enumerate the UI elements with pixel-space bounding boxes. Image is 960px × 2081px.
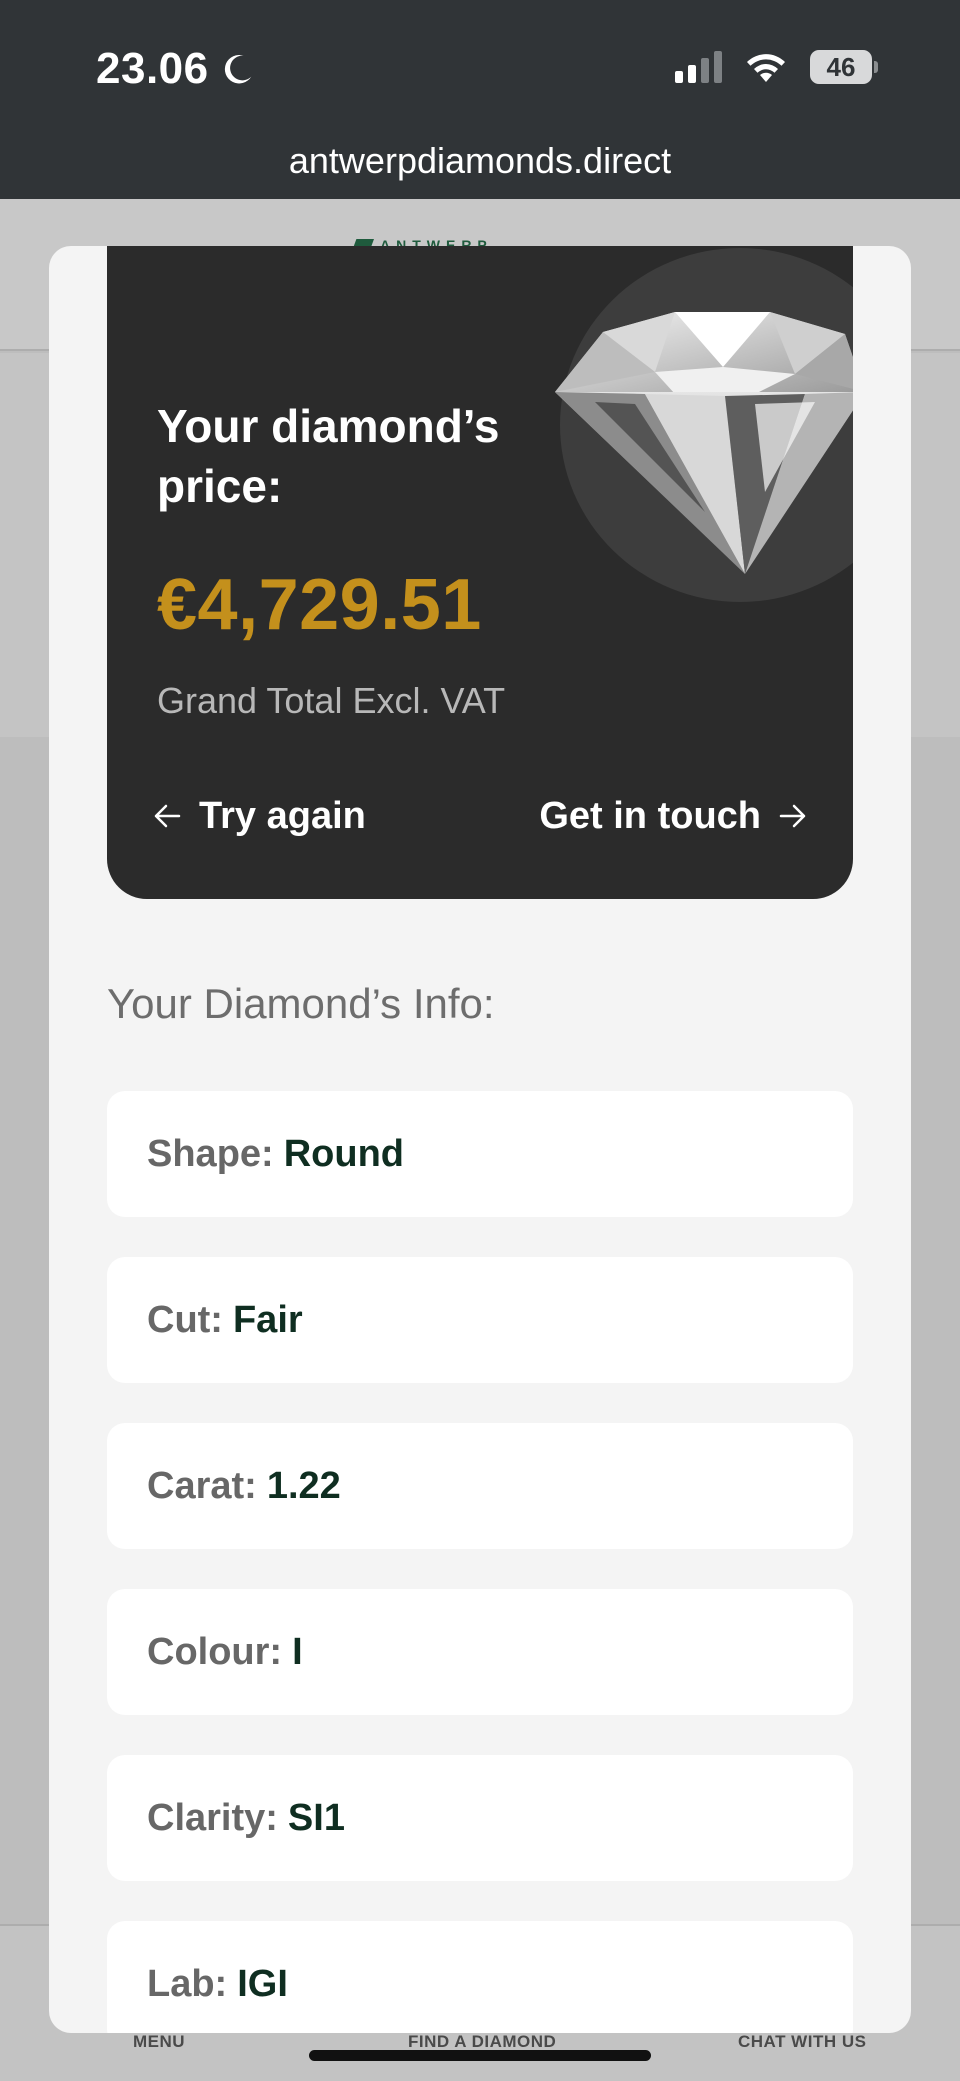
arrow-right-icon [779,804,806,828]
status-time: 23.06 [96,44,257,94]
try-again-button[interactable]: Try again [153,786,366,846]
battery-level: 46 [810,50,872,84]
info-heading: Your Diamond’s Info: [107,980,495,1027]
nav-menu[interactable]: MENU [133,2032,185,2052]
info-row-shape: Shape: Round [107,1091,853,1217]
info-row-clarity: Clarity: SI1 [107,1755,853,1881]
info-label: Shape: [147,1132,274,1175]
get-in-touch-button[interactable]: Get in touch [539,786,807,846]
address-bar-url[interactable]: antwerpdiamonds.direct [0,140,960,182]
diamond-image [555,312,853,574]
home-indicator[interactable] [309,2050,651,2061]
info-row-colour: Colour: I [107,1589,853,1715]
try-again-label: Try again [199,794,366,837]
info-value: Fair [232,1298,303,1341]
info-value: Round [283,1132,404,1175]
info-value: I [292,1630,303,1673]
status-icons: 46 [675,50,878,84]
price-heading: Your diamond’s price: [157,400,500,512]
status-bar: 23.06 46 antwerpdiamonds.direct [0,0,960,199]
time-text: 23.06 [96,44,209,93]
price-value: €4,729.51 [157,565,482,645]
info-row-cut: Cut: Fair [107,1257,853,1383]
info-row-lab: Lab: IGI [107,1921,853,2033]
wifi-icon [747,54,785,82]
info-label: Cut: [147,1298,223,1341]
get-in-touch-label: Get in touch [539,794,761,837]
arrow-left-icon [154,804,181,828]
info-row-carat: Carat: 1.22 [107,1423,853,1549]
moon-icon [224,54,251,84]
cellular-signal-icon [675,51,722,83]
info-value: IGI [237,1962,288,2005]
info-label: Lab: [147,1962,228,2005]
info-label: Carat: [147,1464,257,1507]
info-value: 1.22 [266,1464,341,1507]
nav-chat-with-us[interactable]: CHAT WITH US [738,2032,866,2052]
price-note: Grand Total Excl. VAT [157,680,506,721]
battery-icon: 46 [810,50,878,84]
info-label: Colour: [147,1630,283,1673]
price-card: Your diamond’s price: €4,729.51 Grand To… [107,246,853,899]
info-value: SI1 [287,1796,345,1839]
diamond-price-modal: Your diamond’s price: €4,729.51 Grand To… [49,246,911,2033]
nav-find-a-diamond[interactable]: FIND A DIAMOND [408,2032,556,2052]
info-label: Clarity: [147,1796,278,1839]
